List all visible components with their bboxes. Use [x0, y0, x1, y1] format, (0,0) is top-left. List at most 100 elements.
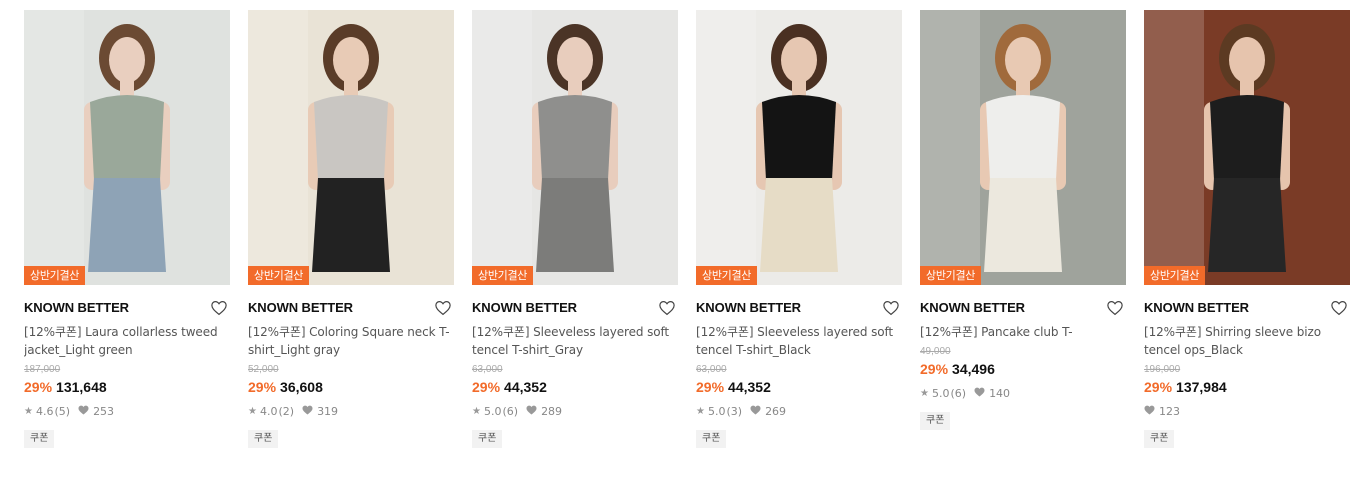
heart-outline-icon[interactable]	[1330, 299, 1348, 317]
product-title[interactable]: [12%쿠폰] Pancake club T-shirt_Ivory	[920, 323, 1126, 341]
original-price: 196,000	[1144, 364, 1181, 375]
rating: 5.0	[707, 405, 726, 418]
rating: 4.0	[259, 405, 278, 418]
brand-name[interactable]: KNOWN BETTER	[24, 297, 230, 319]
product-card[interactable]: 상반기결산 KNOWN BETTER [12%쿠폰] Shirring slee…	[1144, 10, 1350, 448]
coupon-tag: 쿠폰	[472, 430, 503, 448]
like-count: 319	[317, 405, 339, 418]
heart-filled-icon	[78, 405, 89, 419]
review-count: (2)	[278, 405, 295, 418]
discount-rate: 29%	[696, 379, 725, 395]
rating: 4.6	[35, 405, 54, 418]
sale-price: 44,352	[504, 379, 547, 395]
star-icon: ★	[696, 406, 705, 417]
product-image[interactable]: 상반기결산	[472, 10, 678, 285]
heart-outline-icon[interactable]	[210, 299, 228, 317]
brand-name[interactable]: KNOWN BETTER	[920, 297, 1126, 319]
brand-name[interactable]: KNOWN BETTER	[248, 297, 454, 319]
product-title[interactable]: [12%쿠폰] Coloring Square neck T-shirt_Lig…	[248, 323, 454, 359]
discount-rate: 29%	[1144, 379, 1173, 395]
product-photo	[696, 10, 902, 285]
heart-outline-icon[interactable]	[1106, 299, 1124, 317]
price-row: 29% 44,352	[696, 378, 902, 396]
original-price: 187,000	[24, 364, 61, 375]
original-price: 63,000	[472, 364, 503, 375]
product-image[interactable]: 상반기결산	[24, 10, 230, 285]
product-card[interactable]: 상반기결산 KNOWN BETTER [12%쿠폰] Sleeveless la…	[696, 10, 902, 448]
like-count: 123	[1159, 405, 1180, 418]
product-photo	[920, 10, 1126, 285]
like-count: 253	[93, 405, 115, 418]
price-row: 29% 34,496	[920, 360, 1126, 378]
price-row: 29% 44,352	[472, 378, 678, 396]
star-icon: ★	[248, 406, 257, 417]
review-meta: 123	[1144, 405, 1350, 419]
price-row: 29% 137,984	[1144, 378, 1350, 396]
review-meta: ★ 5.0 (6) 140	[920, 387, 1126, 401]
heart-filled-icon	[750, 405, 761, 419]
product-grid: 상반기결산 KNOWN BETTER [12%쿠폰] Laura collarl…	[24, 10, 1354, 470]
heart-filled-icon	[302, 405, 313, 419]
heart-filled-icon	[526, 405, 537, 419]
product-title[interactable]: [12%쿠폰] Sleeveless layered soft tencel T…	[696, 323, 902, 359]
review-count: (6)	[502, 405, 519, 418]
product-card[interactable]: 상반기결산 KNOWN BETTER [12%쿠폰] Pancake club …	[920, 10, 1126, 430]
product-photo	[472, 10, 678, 285]
coupon-tag: 쿠폰	[24, 430, 55, 448]
brand-name[interactable]: KNOWN BETTER	[1144, 297, 1350, 319]
brand-name[interactable]: KNOWN BETTER	[696, 297, 902, 319]
star-icon: ★	[472, 406, 481, 417]
heart-outline-icon[interactable]	[434, 299, 452, 317]
season-badge: 상반기결산	[1144, 266, 1206, 285]
review-meta: ★ 4.6 (5) 253	[24, 405, 230, 419]
price-row: 29% 36,608	[248, 378, 454, 396]
discount-rate: 29%	[24, 379, 53, 395]
discount-rate: 29%	[248, 379, 277, 395]
product-photo	[248, 10, 454, 285]
rating: 5.0	[931, 387, 950, 400]
discount-rate: 29%	[472, 379, 501, 395]
sale-price: 44,352	[728, 379, 771, 395]
sale-price: 137,984	[1176, 379, 1227, 395]
product-card[interactable]: 상반기결산 KNOWN BETTER [12%쿠폰] Coloring Squa…	[248, 10, 454, 448]
like-count: 140	[989, 387, 1011, 400]
star-icon: ★	[24, 406, 33, 417]
heart-outline-icon[interactable]	[882, 299, 900, 317]
review-count: (5)	[54, 405, 71, 418]
coupon-tag: 쿠폰	[696, 430, 727, 448]
product-image[interactable]: 상반기결산	[248, 10, 454, 285]
coupon-tag: 쿠폰	[1144, 430, 1175, 448]
review-meta: ★ 4.0 (2) 319	[248, 405, 454, 419]
sale-price: 34,496	[952, 361, 995, 377]
sale-price: 36,608	[280, 379, 323, 395]
original-price: 63,000	[696, 364, 727, 375]
discount-rate: 29%	[920, 361, 949, 377]
product-image[interactable]: 상반기결산	[696, 10, 902, 285]
review-count: (3)	[726, 405, 743, 418]
like-count: 289	[541, 405, 563, 418]
original-price: 49,000	[920, 346, 951, 357]
product-title[interactable]: [12%쿠폰] Shirring sleeve bizo tencel ops_…	[1144, 323, 1350, 359]
heart-outline-icon[interactable]	[658, 299, 676, 317]
product-card[interactable]: 상반기결산 KNOWN BETTER [12%쿠폰] Sleeveless la…	[472, 10, 678, 448]
product-title[interactable]: [12%쿠폰] Sleeveless layered soft tencel T…	[472, 323, 678, 359]
product-photo	[24, 10, 230, 285]
product-title[interactable]: [12%쿠폰] Laura collarless tweed jacket_Li…	[24, 323, 230, 359]
product-image[interactable]: 상반기결산	[920, 10, 1126, 285]
like-count: 269	[765, 405, 787, 418]
season-badge: 상반기결산	[248, 266, 310, 285]
review-meta: ★ 5.0 (3) 269	[696, 405, 902, 419]
price-row: 29% 131,648	[24, 378, 230, 396]
brand-name[interactable]: KNOWN BETTER	[472, 297, 678, 319]
original-price: 52,000	[248, 364, 279, 375]
product-photo	[1144, 10, 1350, 285]
review-meta: ★ 5.0 (6) 289	[472, 405, 678, 419]
product-image[interactable]: 상반기결산	[1144, 10, 1350, 285]
season-badge: 상반기결산	[696, 266, 758, 285]
coupon-tag: 쿠폰	[248, 430, 279, 448]
review-count: (6)	[950, 387, 967, 400]
heart-filled-icon	[1144, 405, 1155, 419]
product-card[interactable]: 상반기결산 KNOWN BETTER [12%쿠폰] Laura collarl…	[24, 10, 230, 448]
season-badge: 상반기결산	[24, 266, 86, 285]
sale-price: 131,648	[56, 379, 107, 395]
